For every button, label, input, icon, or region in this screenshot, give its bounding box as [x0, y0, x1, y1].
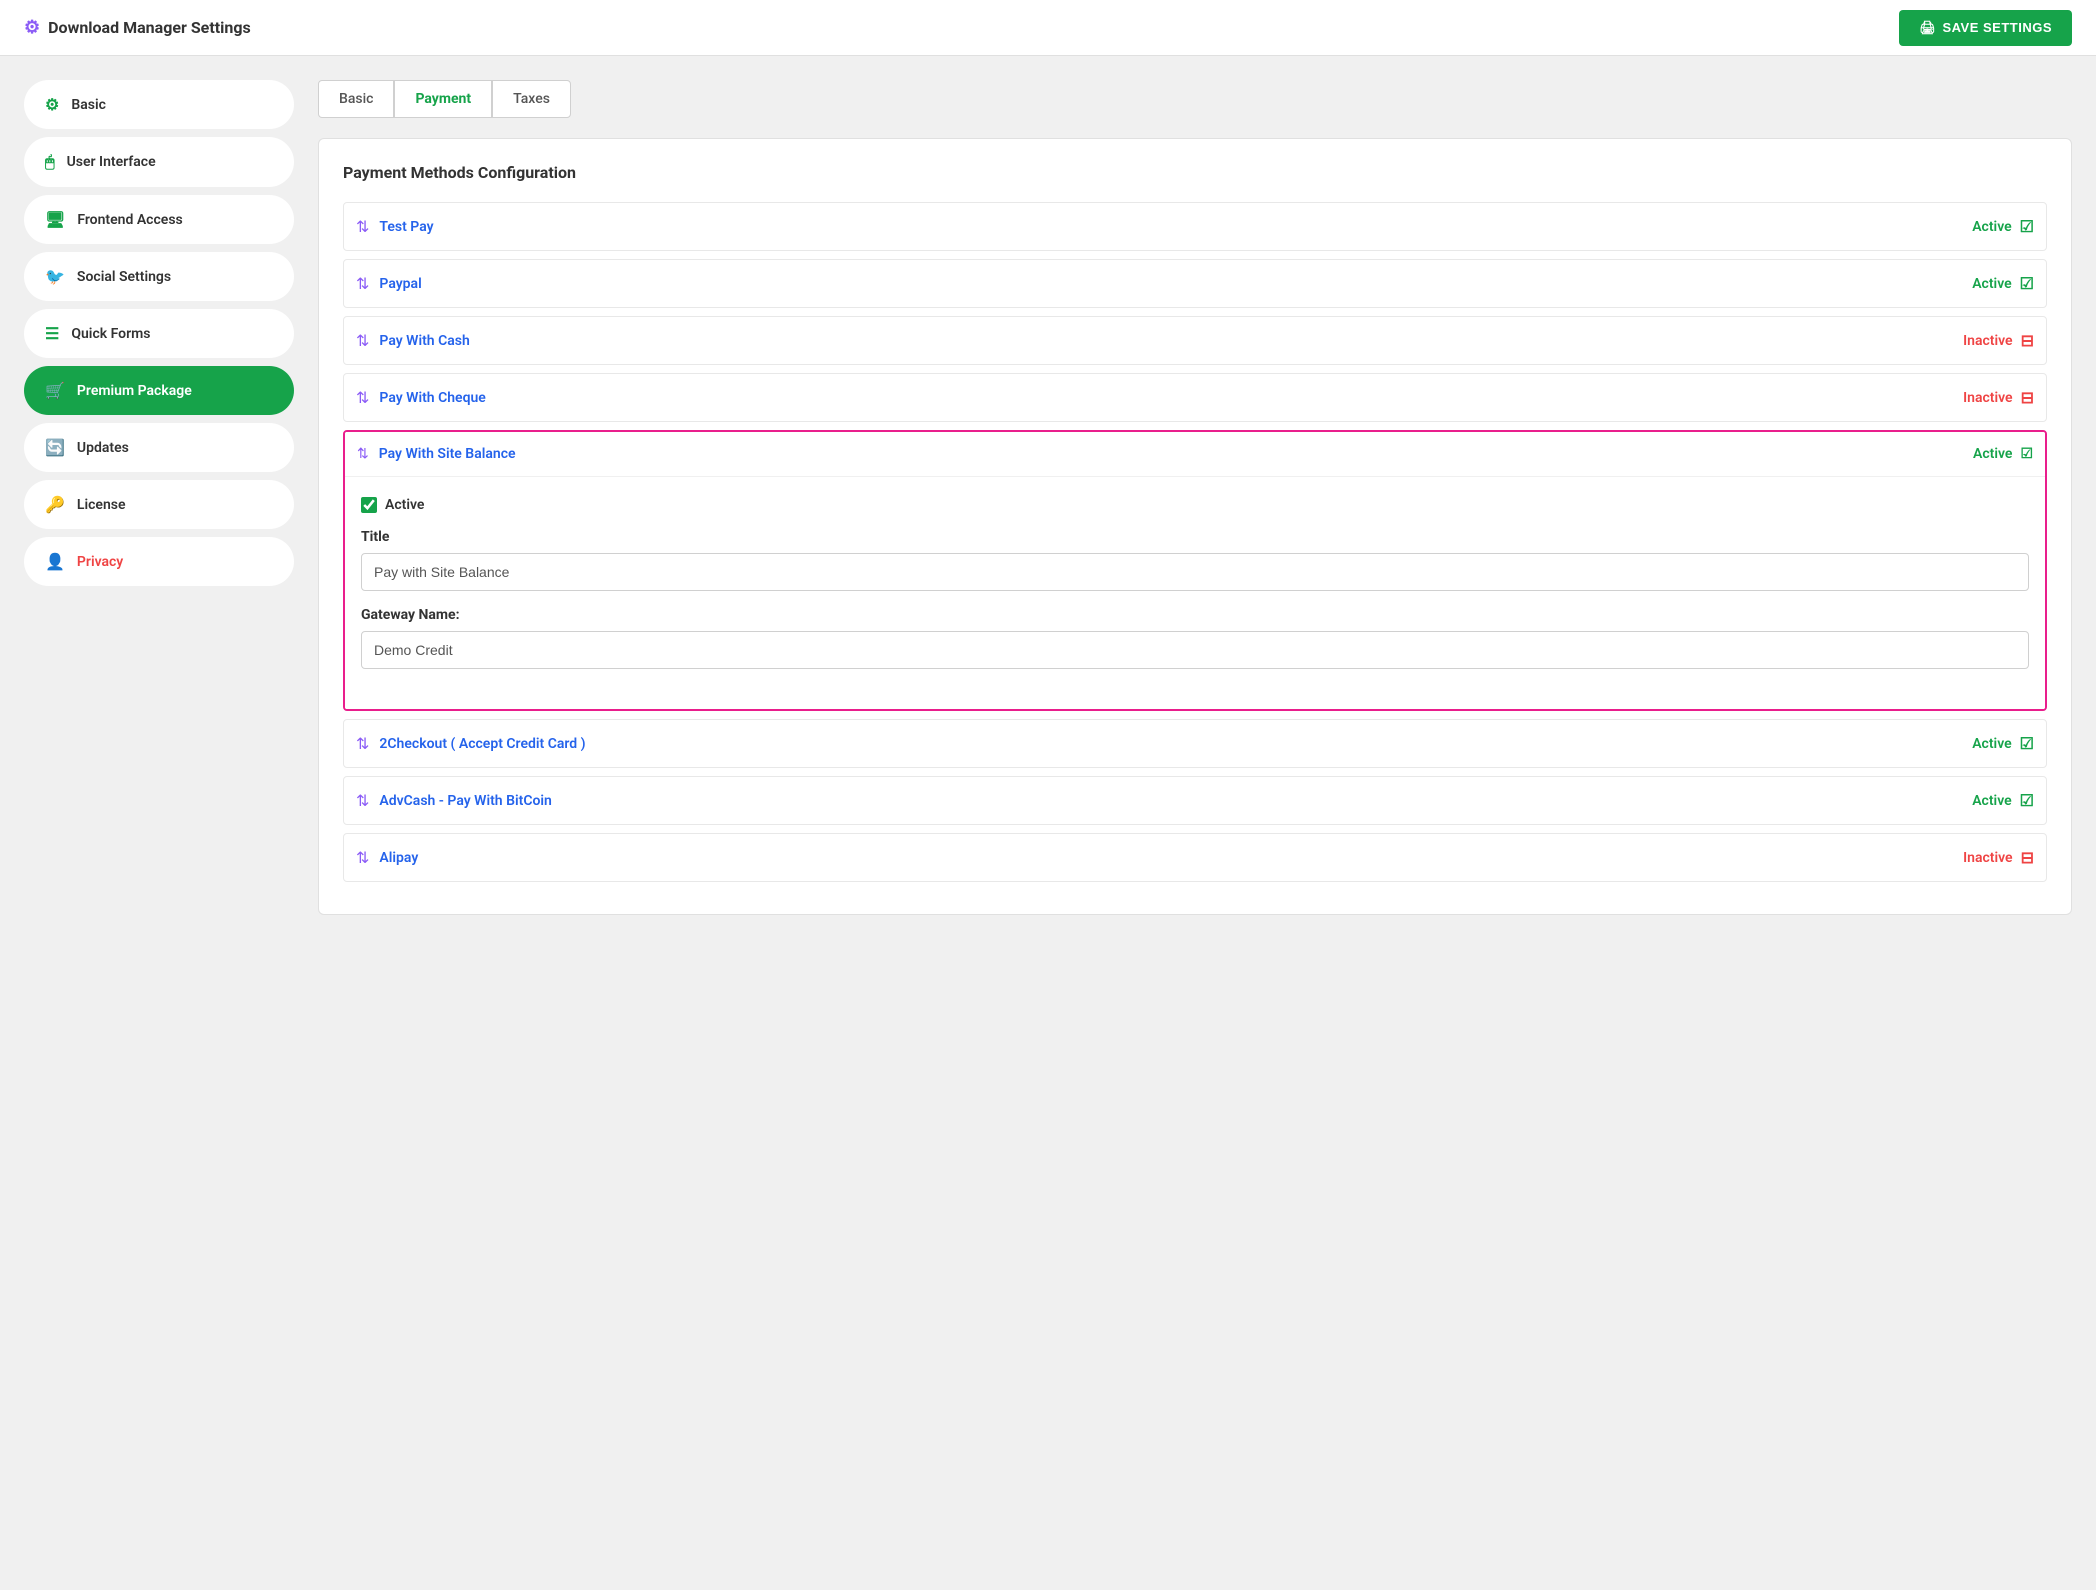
key-icon: 🔑 — [45, 495, 65, 514]
checkbox-checked-icon: ☑ — [2020, 734, 2034, 753]
tab-taxes[interactable]: Taxes — [492, 80, 571, 118]
sidebar-item-frontend-access[interactable]: 🖥 Frontend Access — [24, 195, 294, 244]
payment-row-pay-with-cheque[interactable]: ⇅ Pay With Cheque Inactive ⊟ — [343, 373, 2047, 422]
payment-row-paypal[interactable]: ⇅ Paypal Active ☑ — [343, 259, 2047, 308]
payment-row-2checkout[interactable]: ⇅ 2Checkout ( Accept Credit Card ) Activ… — [343, 719, 2047, 768]
title-field-group: Title — [361, 529, 2029, 591]
payment-row-test-pay[interactable]: ⇅ Test Pay Active ☑ — [343, 202, 2047, 251]
sidebar-item-social-settings[interactable]: 🐦 Social Settings — [24, 252, 294, 301]
active-checkbox[interactable] — [361, 497, 377, 513]
expanded-body: Active Title Gateway Name: — [345, 476, 2045, 709]
payment-config-card: Payment Methods Configuration ⇅ Test Pay… — [318, 138, 2072, 915]
gateway-field-group: Gateway Name: — [361, 607, 2029, 669]
sidebar-item-quick-forms[interactable]: ☰ Quick Forms — [24, 309, 294, 358]
tabs: Basic Payment Taxes — [318, 80, 2072, 118]
top-bar: ⚙ Download Manager Settings 🖨 SAVE SETTI… — [0, 0, 2096, 56]
sidebar-item-updates[interactable]: 🔄 Updates — [24, 423, 294, 472]
payment-row-pay-with-cash[interactable]: ⇅ Pay With Cash Inactive ⊟ — [343, 316, 2047, 365]
main-layout: ⚙ Basic 🖱 User Interface 🖥 Frontend Acce… — [0, 56, 2096, 1590]
tab-basic[interactable]: Basic — [318, 80, 394, 118]
card-title: Payment Methods Configuration — [343, 163, 2047, 182]
payment-row-alipay[interactable]: ⇅ Alipay Inactive ⊟ — [343, 833, 2047, 882]
sort-icon: ⇅ — [356, 274, 369, 293]
title-input[interactable] — [361, 553, 2029, 591]
sidebar-item-user-interface[interactable]: 🖱 User Interface — [24, 137, 294, 187]
list-icon: ☰ — [45, 324, 59, 343]
payment-row-advcash[interactable]: ⇅ AdvCash - Pay With BitCoin Active ☑ — [343, 776, 2047, 825]
sort-icon: ⇅ — [356, 734, 369, 753]
sort-icon: ⇅ — [356, 331, 369, 350]
sort-icon: ⇅ — [356, 791, 369, 810]
checkbox-checked-icon: ☑ — [2020, 274, 2034, 293]
sidebar-item-license[interactable]: 🔑 License — [24, 480, 294, 529]
expanded-header[interactable]: ⇅ Pay With Site Balance Active ☑ — [345, 432, 2045, 476]
checkbox-minus-icon: ⊟ — [2021, 331, 2034, 350]
gear-icon: ⚙ — [24, 17, 40, 38]
sidebar-item-premium-package[interactable]: 🛒 Premium Package — [24, 366, 294, 415]
content-area: Basic Payment Taxes Payment Methods Conf… — [318, 80, 2072, 1566]
sort-icon: ⇅ — [356, 848, 369, 867]
monitor-icon: 🖥 — [45, 210, 65, 229]
checkbox-minus-icon: ⊟ — [2021, 388, 2034, 407]
save-settings-button[interactable]: 🖨 SAVE SETTINGS — [1899, 10, 2072, 46]
sort-icon: ⇅ — [356, 217, 369, 236]
page-title: ⚙ Download Manager Settings — [24, 17, 251, 38]
refresh-icon: 🔄 — [45, 438, 65, 457]
active-label: Active — [385, 497, 424, 513]
checkbox-minus-icon: ⊟ — [2021, 848, 2034, 867]
checkbox-checked-icon: ☑ — [2020, 446, 2033, 462]
sort-icon: ⇅ — [356, 388, 369, 407]
title-label: Title — [361, 529, 2029, 545]
cart-icon: 🛒 — [45, 381, 65, 400]
checkbox-checked-icon: ☑ — [2020, 791, 2034, 810]
active-checkbox-row: Active — [361, 497, 2029, 513]
gateway-label: Gateway Name: — [361, 607, 2029, 623]
sort-icon: ⇅ — [357, 446, 369, 462]
tab-payment[interactable]: Payment — [394, 80, 492, 118]
save-icon: 🖨 — [1919, 20, 1936, 36]
sidebar-item-basic[interactable]: ⚙ Basic — [24, 80, 294, 129]
cursor-icon: 🖱 — [45, 152, 55, 172]
gear-icon: ⚙ — [45, 95, 59, 114]
twitter-icon: 🐦 — [45, 267, 65, 286]
checkbox-checked-icon: ☑ — [2020, 217, 2034, 236]
gateway-input[interactable] — [361, 631, 2029, 669]
sidebar: ⚙ Basic 🖱 User Interface 🖥 Frontend Acce… — [24, 80, 294, 1566]
sidebar-item-privacy[interactable]: 👤 Privacy — [24, 537, 294, 586]
person-icon: 👤 — [45, 552, 65, 571]
payment-row-pay-with-site-balance: ⇅ Pay With Site Balance Active ☑ Active … — [343, 430, 2047, 711]
